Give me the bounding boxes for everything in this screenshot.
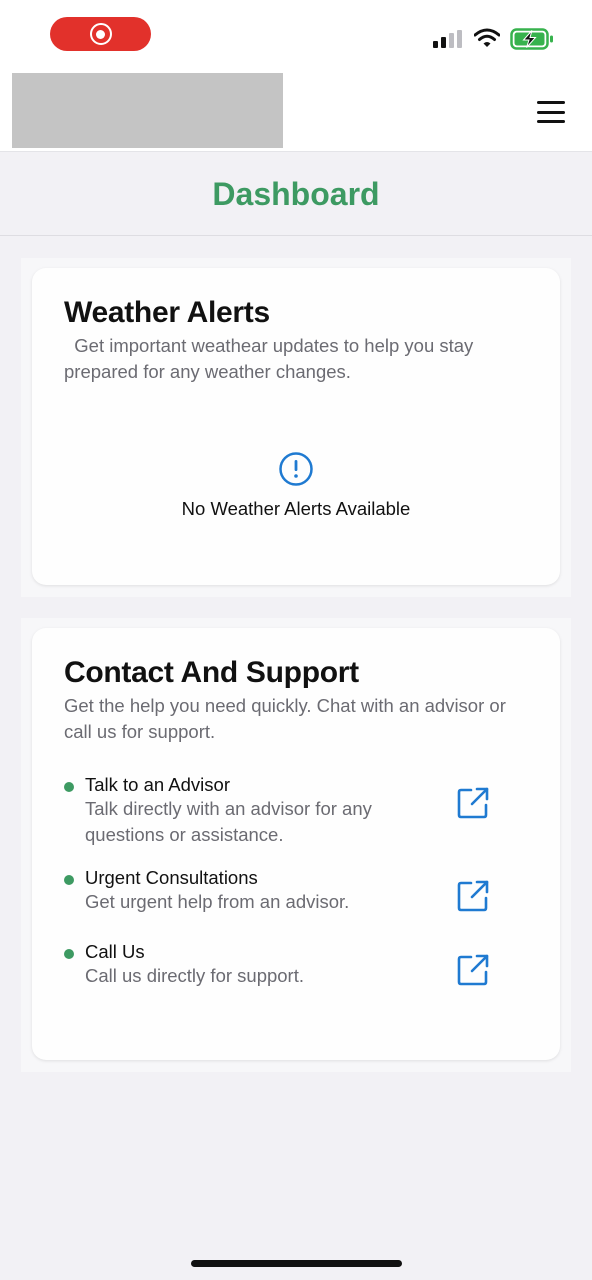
- bullet-dot: [64, 782, 74, 792]
- contact-support-card: Contact And Support Get the help you nee…: [32, 628, 560, 1060]
- screen-recording-indicator[interactable]: [50, 17, 151, 51]
- bullet-dot: [64, 875, 74, 885]
- menu-line: [537, 120, 565, 123]
- alert-circle-icon: [279, 452, 313, 486]
- weather-alerts-description: Get important weathear updates to help y…: [64, 335, 479, 382]
- support-item-description: Call us directly for support.: [85, 965, 305, 986]
- logo-placeholder: [12, 73, 283, 148]
- weather-alerts-card: Weather Alerts Get important weathear up…: [32, 268, 560, 585]
- wifi-icon: [474, 28, 500, 47]
- support-item-urgent-consultations[interactable]: Urgent Consultations Get urgent help fro…: [64, 867, 534, 917]
- external-link-icon[interactable]: [456, 786, 490, 820]
- status-bar: [0, 0, 592, 72]
- weather-alerts-title: Weather Alerts: [64, 296, 270, 329]
- menu-line: [537, 101, 565, 104]
- support-item-talk-to-advisor[interactable]: Talk to an Advisor Talk directly with an…: [64, 774, 534, 850]
- external-link-icon[interactable]: [456, 953, 490, 987]
- no-alerts-message: No Weather Alerts Available: [181, 498, 411, 519]
- app-header: [0, 72, 592, 152]
- menu-line: [537, 110, 565, 114]
- support-item-title: Call Us: [85, 941, 145, 962]
- home-indicator[interactable]: [191, 1260, 402, 1267]
- support-item-description: Talk directly with an advisor for any qu…: [85, 798, 372, 845]
- battery-charging-icon: [510, 28, 553, 50]
- cellular-signal-icon: [433, 30, 462, 48]
- support-item-description: Get urgent help from an advisor.: [85, 891, 350, 912]
- page-title: Dashboard: [212, 175, 380, 212]
- record-icon: [89, 23, 112, 45]
- weather-alerts-panel: Weather Alerts Get important weathear up…: [21, 258, 571, 597]
- hamburger-menu-icon[interactable]: [534, 98, 568, 126]
- support-item-title: Talk to an Advisor: [85, 774, 230, 795]
- contact-support-description: Get the help you need quickly. Chat with…: [64, 695, 511, 742]
- title-bar: Dashboard: [0, 153, 592, 236]
- bullet-dot: [64, 949, 74, 959]
- external-link-icon[interactable]: [456, 879, 490, 913]
- support-item-title: Urgent Consultations: [85, 867, 258, 888]
- contact-support-title: Contact And Support: [64, 656, 359, 689]
- support-item-call-us[interactable]: Call Us Call us directly for support.: [64, 941, 534, 991]
- contact-support-panel: Contact And Support Get the help you nee…: [21, 618, 571, 1072]
